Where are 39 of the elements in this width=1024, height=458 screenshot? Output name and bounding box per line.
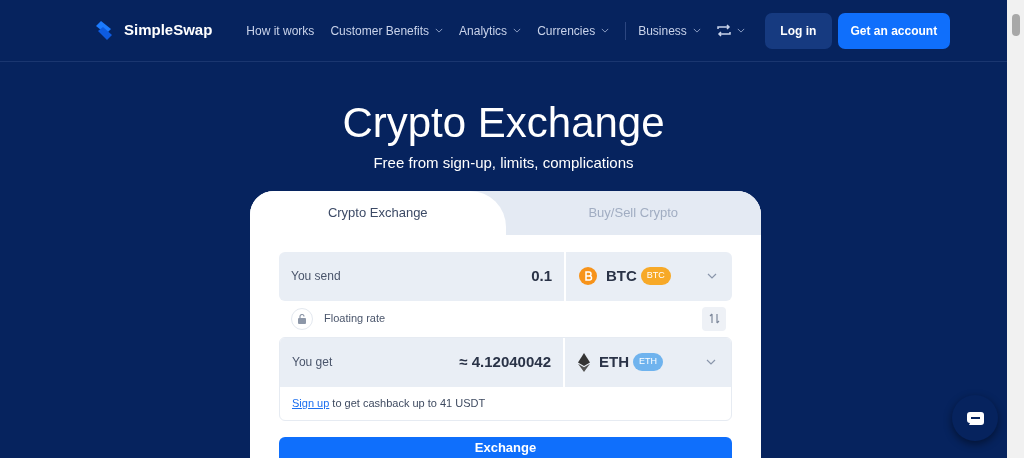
nav-link[interactable]: Customer Benefits bbox=[330, 21, 444, 40]
chevron-icon bbox=[736, 28, 745, 33]
get-account-button[interactable]: Get an account bbox=[837, 12, 950, 49]
nav-link[interactable]: Currencies bbox=[537, 21, 610, 40]
ethereum-icon bbox=[578, 352, 590, 372]
exchange-button[interactable]: Exchange bbox=[279, 436, 732, 458]
hero-subtitle: Free from sign-up, limits, complications bbox=[373, 153, 634, 173]
amount-field[interactable]: You get ≈ 4.12040042 bbox=[280, 337, 563, 387]
login-button[interactable]: Log in bbox=[764, 12, 832, 49]
amount-field[interactable]: You send 0.1 bbox=[279, 251, 564, 301]
unlock-icon bbox=[298, 313, 306, 324]
signup-link[interactable]: Sign up bbox=[292, 394, 330, 412]
bitcoin-icon bbox=[579, 267, 597, 285]
network-badge: ETH bbox=[633, 353, 663, 371]
brand-name[interactable]: SimpleSwap bbox=[124, 19, 213, 42]
nav-link[interactable]: Business bbox=[638, 21, 701, 40]
cashback-text: Sign up to get cashback up to 41 USDT bbox=[280, 386, 731, 420]
swap-button[interactable] bbox=[702, 306, 726, 331]
swap-icon bbox=[708, 313, 720, 324]
currency-select[interactable]: BTC BTC bbox=[566, 251, 732, 301]
currency-code: ETH bbox=[599, 351, 629, 372]
currency-code: BTC bbox=[606, 265, 637, 286]
amount-value: 0.1 bbox=[531, 265, 552, 286]
swap-arrows-icon bbox=[716, 24, 731, 37]
field-label: You send bbox=[291, 268, 341, 285]
chevron-icon bbox=[707, 273, 717, 279]
currency-select[interactable]: ETH ETH bbox=[565, 337, 731, 387]
nav-link[interactable]: How it works bbox=[246, 21, 315, 40]
chevron-icon bbox=[706, 359, 716, 365]
hero-title: Crypto Exchange bbox=[342, 98, 665, 148]
network-badge: BTC bbox=[640, 267, 671, 285]
nav-link[interactable]: Analytics bbox=[459, 21, 522, 40]
scrollbar[interactable] bbox=[1007, 0, 1024, 458]
field-label: You get bbox=[292, 354, 333, 371]
rate-label: Floating rate bbox=[324, 311, 386, 327]
exchange-menu[interactable] bbox=[716, 24, 745, 37]
tab[interactable]: Crypto Exchange bbox=[250, 190, 506, 235]
amount-value: ≈ 4.12040042 bbox=[459, 351, 551, 372]
chat-icon bbox=[966, 411, 984, 425]
